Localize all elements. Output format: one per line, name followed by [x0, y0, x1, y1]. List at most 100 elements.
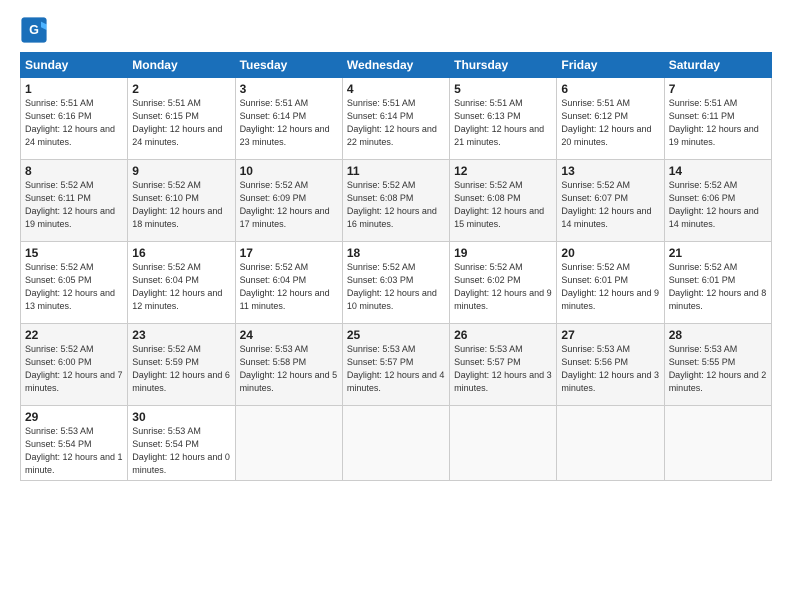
- day-number: 7: [669, 82, 767, 96]
- day-info: Sunrise: 5:51 AMSunset: 6:16 PMDaylight:…: [25, 97, 123, 149]
- calendar-cell: 23Sunrise: 5:52 AMSunset: 5:59 PMDayligh…: [128, 324, 235, 406]
- calendar-cell: 1Sunrise: 5:51 AMSunset: 6:16 PMDaylight…: [21, 78, 128, 160]
- calendar-cell: 12Sunrise: 5:52 AMSunset: 6:08 PMDayligh…: [450, 160, 557, 242]
- col-header-monday: Monday: [128, 53, 235, 78]
- calendar-cell: 22Sunrise: 5:52 AMSunset: 6:00 PMDayligh…: [21, 324, 128, 406]
- day-number: 19: [454, 246, 552, 260]
- day-number: 16: [132, 246, 230, 260]
- day-number: 27: [561, 328, 659, 342]
- day-info: Sunrise: 5:53 AMSunset: 5:54 PMDaylight:…: [132, 425, 230, 477]
- day-number: 15: [25, 246, 123, 260]
- calendar-cell: [664, 406, 771, 481]
- day-number: 18: [347, 246, 445, 260]
- day-number: 13: [561, 164, 659, 178]
- day-info: Sunrise: 5:51 AMSunset: 6:15 PMDaylight:…: [132, 97, 230, 149]
- day-number: 17: [240, 246, 338, 260]
- calendar-cell: 16Sunrise: 5:52 AMSunset: 6:04 PMDayligh…: [128, 242, 235, 324]
- calendar-cell: [235, 406, 342, 481]
- calendar-cell: 4Sunrise: 5:51 AMSunset: 6:14 PMDaylight…: [342, 78, 449, 160]
- day-number: 11: [347, 164, 445, 178]
- day-number: 3: [240, 82, 338, 96]
- calendar-cell: 24Sunrise: 5:53 AMSunset: 5:58 PMDayligh…: [235, 324, 342, 406]
- day-info: Sunrise: 5:52 AMSunset: 6:09 PMDaylight:…: [240, 179, 338, 231]
- day-info: Sunrise: 5:52 AMSunset: 6:04 PMDaylight:…: [132, 261, 230, 313]
- calendar-cell: 17Sunrise: 5:52 AMSunset: 6:04 PMDayligh…: [235, 242, 342, 324]
- day-info: Sunrise: 5:52 AMSunset: 6:11 PMDaylight:…: [25, 179, 123, 231]
- calendar-cell: 29Sunrise: 5:53 AMSunset: 5:54 PMDayligh…: [21, 406, 128, 481]
- svg-text:G: G: [29, 23, 39, 37]
- day-number: 9: [132, 164, 230, 178]
- col-header-thursday: Thursday: [450, 53, 557, 78]
- calendar-week-3: 15Sunrise: 5:52 AMSunset: 6:05 PMDayligh…: [21, 242, 772, 324]
- calendar-cell: 26Sunrise: 5:53 AMSunset: 5:57 PMDayligh…: [450, 324, 557, 406]
- day-number: 26: [454, 328, 552, 342]
- day-number: 30: [132, 410, 230, 424]
- calendar-cell: [557, 406, 664, 481]
- day-number: 20: [561, 246, 659, 260]
- calendar-cell: 10Sunrise: 5:52 AMSunset: 6:09 PMDayligh…: [235, 160, 342, 242]
- day-info: Sunrise: 5:52 AMSunset: 6:01 PMDaylight:…: [669, 261, 767, 313]
- calendar-cell: 7Sunrise: 5:51 AMSunset: 6:11 PMDaylight…: [664, 78, 771, 160]
- day-info: Sunrise: 5:52 AMSunset: 6:01 PMDaylight:…: [561, 261, 659, 313]
- col-header-sunday: Sunday: [21, 53, 128, 78]
- day-info: Sunrise: 5:51 AMSunset: 6:14 PMDaylight:…: [347, 97, 445, 149]
- day-number: 10: [240, 164, 338, 178]
- day-number: 6: [561, 82, 659, 96]
- day-number: 23: [132, 328, 230, 342]
- calendar-cell: 28Sunrise: 5:53 AMSunset: 5:55 PMDayligh…: [664, 324, 771, 406]
- day-info: Sunrise: 5:52 AMSunset: 5:59 PMDaylight:…: [132, 343, 230, 395]
- day-number: 21: [669, 246, 767, 260]
- calendar-cell: 5Sunrise: 5:51 AMSunset: 6:13 PMDaylight…: [450, 78, 557, 160]
- day-number: 2: [132, 82, 230, 96]
- col-header-tuesday: Tuesday: [235, 53, 342, 78]
- day-info: Sunrise: 5:53 AMSunset: 5:57 PMDaylight:…: [454, 343, 552, 395]
- calendar-week-2: 8Sunrise: 5:52 AMSunset: 6:11 PMDaylight…: [21, 160, 772, 242]
- day-number: 14: [669, 164, 767, 178]
- day-info: Sunrise: 5:52 AMSunset: 6:00 PMDaylight:…: [25, 343, 123, 395]
- day-info: Sunrise: 5:52 AMSunset: 6:02 PMDaylight:…: [454, 261, 552, 313]
- calendar-cell: 20Sunrise: 5:52 AMSunset: 6:01 PMDayligh…: [557, 242, 664, 324]
- logo-icon: G: [20, 16, 48, 44]
- day-info: Sunrise: 5:51 AMSunset: 6:14 PMDaylight:…: [240, 97, 338, 149]
- calendar-cell: 30Sunrise: 5:53 AMSunset: 5:54 PMDayligh…: [128, 406, 235, 481]
- calendar-cell: 2Sunrise: 5:51 AMSunset: 6:15 PMDaylight…: [128, 78, 235, 160]
- col-header-friday: Friday: [557, 53, 664, 78]
- day-info: Sunrise: 5:53 AMSunset: 5:56 PMDaylight:…: [561, 343, 659, 395]
- calendar-cell: 3Sunrise: 5:51 AMSunset: 6:14 PMDaylight…: [235, 78, 342, 160]
- calendar-week-5: 29 Sunrise: 5:53 AMSunset: 5:54 PMDayligh…: [21, 406, 772, 481]
- day-info: Sunrise: 5:52 AMSunset: 6:08 PMDaylight:…: [347, 179, 445, 231]
- calendar: SundayMondayTuesdayWednesdayThursdayFrid…: [20, 52, 772, 481]
- col-header-wednesday: Wednesday: [342, 53, 449, 78]
- calendar-cell: [450, 406, 557, 481]
- day-number: 24: [240, 328, 338, 342]
- calendar-cell: 13Sunrise: 5:52 AMSunset: 6:07 PMDayligh…: [557, 160, 664, 242]
- day-info: Sunrise: 5:52 AMSunset: 6:05 PMDaylight:…: [25, 261, 123, 313]
- day-info: Sunrise: 5:52 AMSunset: 6:04 PMDaylight:…: [240, 261, 338, 313]
- calendar-header-row: SundayMondayTuesdayWednesdayThursdayFrid…: [21, 53, 772, 78]
- day-number: 29: [25, 410, 123, 424]
- calendar-cell: [342, 406, 449, 481]
- day-number: 8: [25, 164, 123, 178]
- day-number: 12: [454, 164, 552, 178]
- calendar-cell: 25Sunrise: 5:53 AMSunset: 5:57 PMDayligh…: [342, 324, 449, 406]
- day-info: Sunrise: 5:53 AMSunset: 5:58 PMDaylight:…: [240, 343, 338, 395]
- day-info: Sunrise: 5:53 AMSunset: 5:57 PMDaylight:…: [347, 343, 445, 395]
- day-number: 28: [669, 328, 767, 342]
- calendar-week-1: 1Sunrise: 5:51 AMSunset: 6:16 PMDaylight…: [21, 78, 772, 160]
- day-info: Sunrise: 5:51 AMSunset: 6:11 PMDaylight:…: [669, 97, 767, 149]
- day-info: Sunrise: 5:52 AMSunset: 6:08 PMDaylight:…: [454, 179, 552, 231]
- day-info: Sunrise: 5:51 AMSunset: 6:12 PMDaylight:…: [561, 97, 659, 149]
- day-number: 5: [454, 82, 552, 96]
- header: G: [20, 16, 772, 44]
- day-number: 22: [25, 328, 123, 342]
- calendar-cell: 6Sunrise: 5:51 AMSunset: 6:12 PMDaylight…: [557, 78, 664, 160]
- calendar-cell: 15Sunrise: 5:52 AMSunset: 6:05 PMDayligh…: [21, 242, 128, 324]
- day-number: 1: [25, 82, 123, 96]
- calendar-cell: 18Sunrise: 5:52 AMSunset: 6:03 PMDayligh…: [342, 242, 449, 324]
- calendar-cell: 19Sunrise: 5:52 AMSunset: 6:02 PMDayligh…: [450, 242, 557, 324]
- day-info: Sunrise: 5:52 AMSunset: 6:07 PMDaylight:…: [561, 179, 659, 231]
- day-info: Sunrise: 5:51 AMSunset: 6:13 PMDaylight:…: [454, 97, 552, 149]
- page: G SundayMondayTuesdayWednesdayThursdayFr…: [0, 0, 792, 612]
- day-number: 4: [347, 82, 445, 96]
- day-info: Sunrise: 5:52 AMSunset: 6:10 PMDaylight:…: [132, 179, 230, 231]
